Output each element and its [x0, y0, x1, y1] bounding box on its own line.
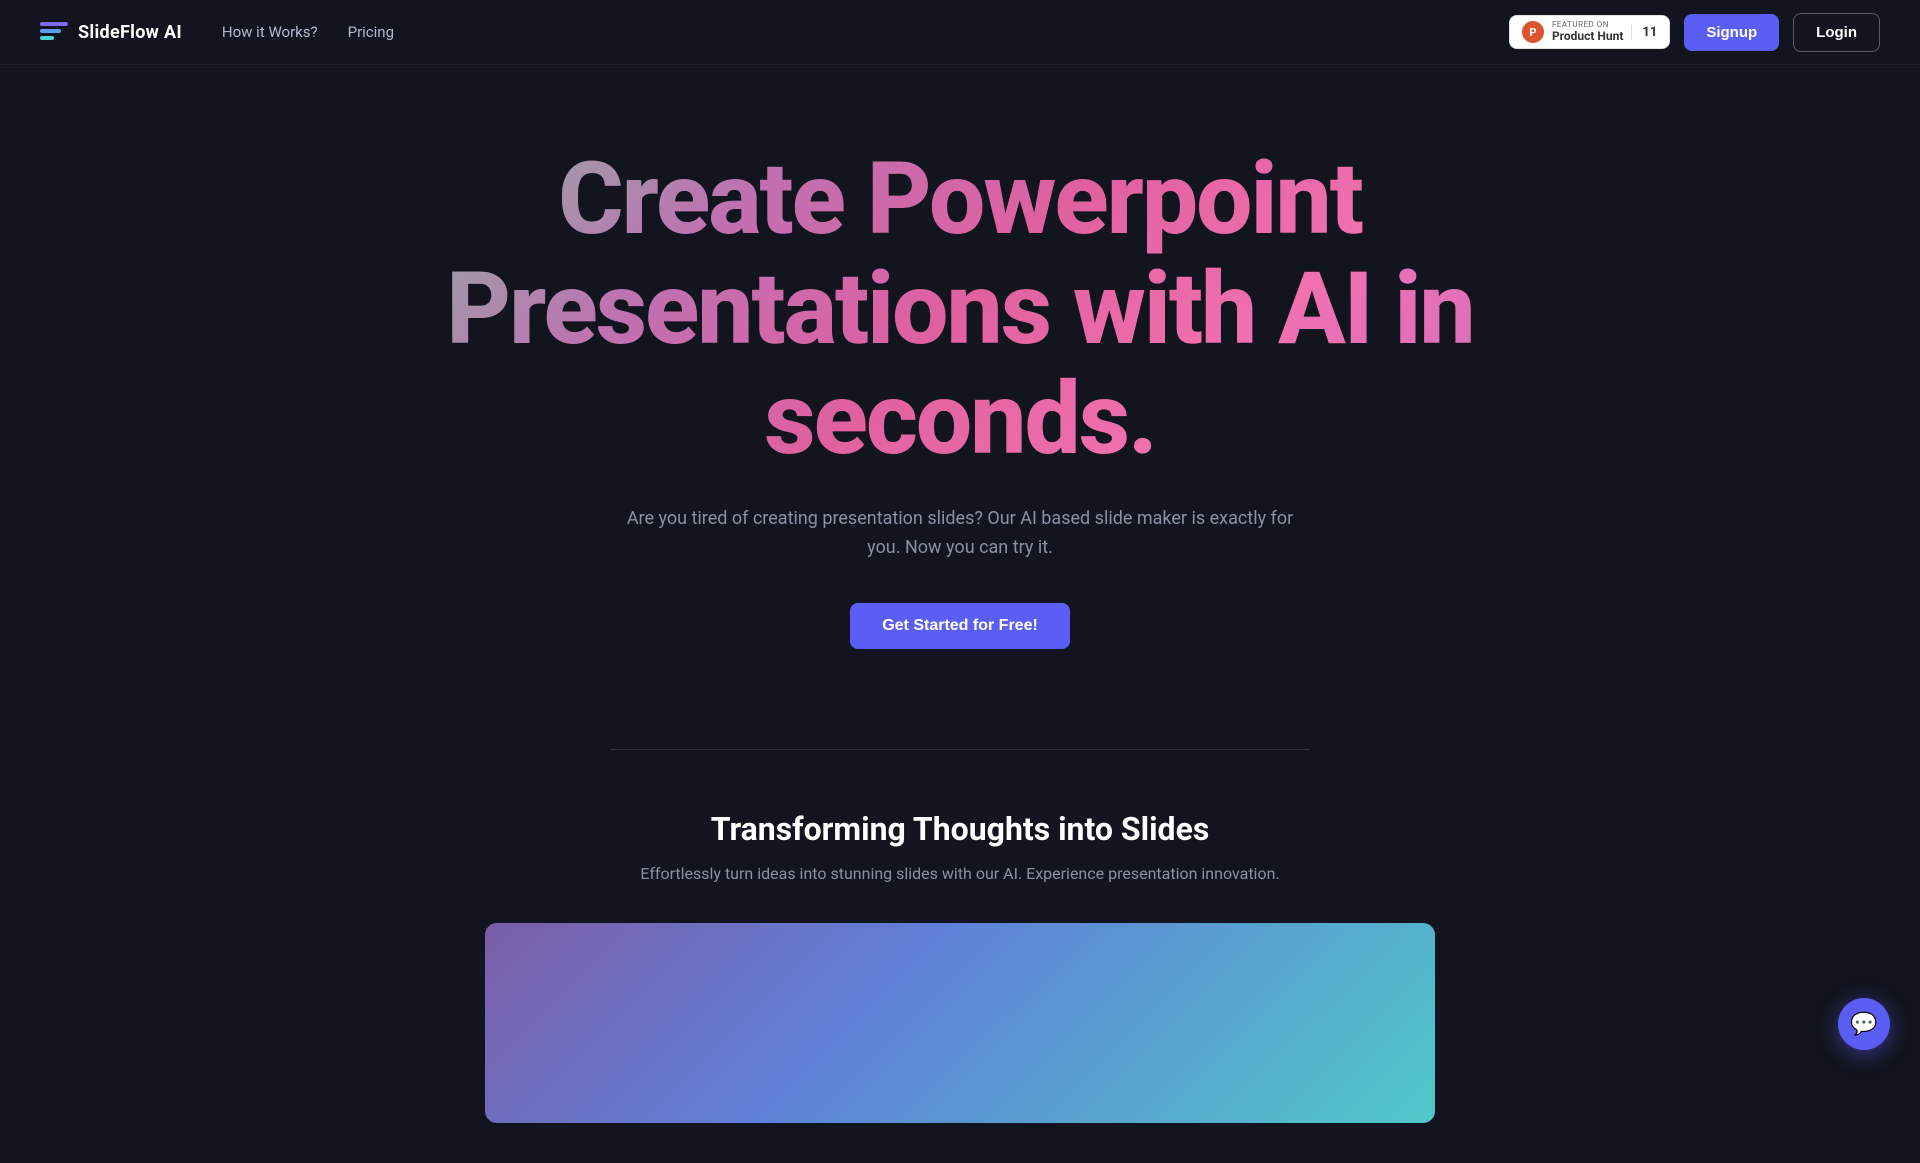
login-button[interactable]: Login	[1793, 13, 1880, 52]
logo-bar-1	[40, 22, 68, 26]
logo-text: SlideFlow AI	[78, 22, 182, 43]
chat-button[interactable]: 💬	[1838, 998, 1890, 1050]
product-hunt-text: FEATURED ON Product Hunt	[1552, 21, 1623, 43]
logo[interactable]: SlideFlow AI	[40, 22, 182, 43]
nav-link-pricing[interactable]: Pricing	[348, 23, 394, 41]
nav-links: How it Works? Pricing	[222, 23, 394, 41]
nav-link-how-it-works[interactable]: How it Works?	[222, 23, 318, 41]
product-hunt-logo: P	[1522, 21, 1544, 43]
signup-button[interactable]: Signup	[1684, 14, 1779, 51]
logo-bar-3	[40, 36, 54, 40]
transforming-section: Transforming Thoughts into Slides Effort…	[0, 810, 1920, 1163]
hero-section: Create Powerpoint Presentations with AI …	[0, 65, 1920, 709]
transforming-title: Transforming Thoughts into Slides	[711, 810, 1210, 848]
hero-subtitle: Are you tired of creating presentation s…	[610, 505, 1310, 563]
navbar: SlideFlow AI How it Works? Pricing P FEA…	[0, 0, 1920, 65]
nav-right: P FEATURED ON Product Hunt 11 Signup Log…	[1509, 13, 1880, 52]
chat-icon: 💬	[1850, 1012, 1877, 1037]
demo-preview	[485, 923, 1435, 1123]
transforming-subtitle: Effortlessly turn ideas into stunning sl…	[640, 864, 1279, 883]
cta-button[interactable]: Get Started for Free!	[850, 603, 1070, 649]
section-divider	[610, 749, 1310, 750]
product-hunt-badge[interactable]: P FEATURED ON Product Hunt 11	[1509, 15, 1670, 49]
logo-bar-2	[40, 29, 61, 33]
hero-title: Create Powerpoint Presentations with AI …	[310, 145, 1610, 475]
product-hunt-name: Product Hunt	[1552, 30, 1623, 43]
nav-left: SlideFlow AI How it Works? Pricing	[40, 22, 394, 43]
product-hunt-count: 11	[1631, 25, 1657, 40]
logo-icon	[40, 22, 68, 42]
